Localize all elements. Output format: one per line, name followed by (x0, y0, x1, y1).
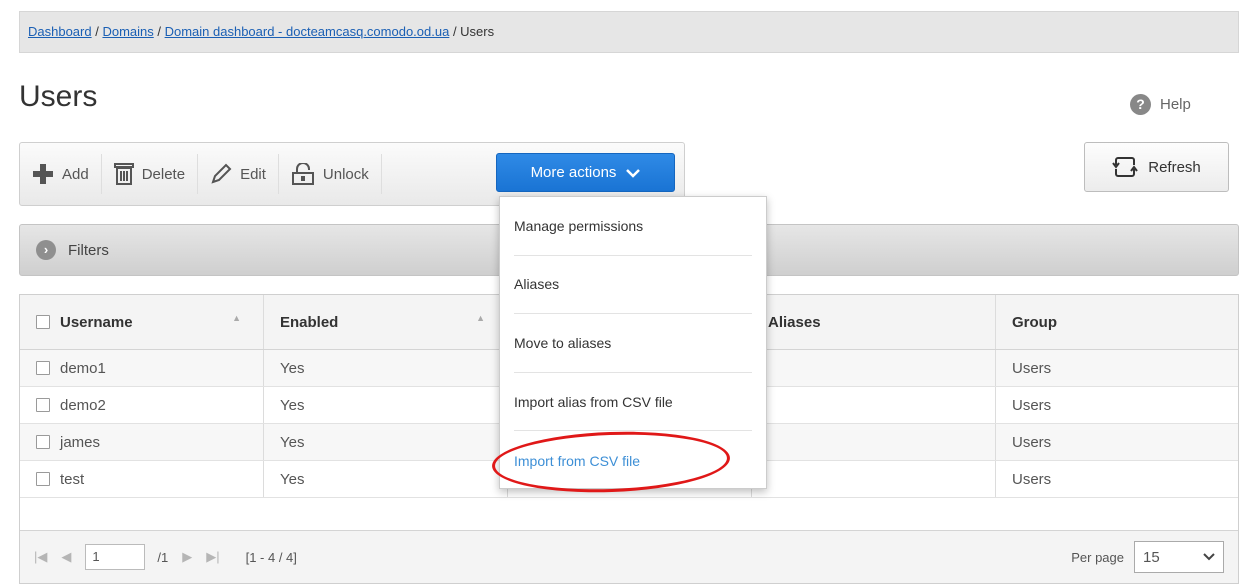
row-checkbox[interactable] (36, 435, 50, 449)
record-range: [1 - 4 / 4] (245, 549, 297, 565)
chevron-right-icon: › (36, 240, 56, 260)
menu-item-aliases[interactable]: Aliases (514, 256, 752, 315)
sort-icon: ▲ (476, 313, 485, 323)
row-checkbox[interactable] (36, 472, 50, 486)
more-actions-label: More actions (530, 164, 617, 181)
edit-button[interactable]: Edit (198, 154, 279, 194)
column-aliases[interactable]: Aliases (752, 295, 996, 349)
cell-aliases (752, 350, 996, 386)
username-text: demo1 (60, 359, 106, 377)
cell-group: Users (1012, 396, 1052, 414)
delete-button[interactable]: Delete (102, 154, 199, 194)
menu-item-import-csv[interactable]: Import from CSV file (514, 431, 752, 490)
menu-item-manage-permissions[interactable]: Manage permissions (514, 197, 752, 256)
delete-label: Delete (141, 165, 186, 183)
menu-item-move-to-aliases[interactable]: Move to aliases (514, 314, 752, 373)
refresh-button[interactable]: Refresh (1084, 142, 1229, 192)
username-text: test (60, 470, 85, 488)
cell-username: demo2 (20, 387, 264, 423)
menu-item-import-alias-csv[interactable]: Import alias from CSV file (514, 373, 752, 432)
page-title: Users (19, 80, 98, 113)
next-page-icon[interactable]: ▶ (182, 549, 192, 565)
cell-aliases (752, 424, 996, 460)
cell-enabled: Yes (264, 387, 508, 423)
column-username[interactable]: Username ▲ (20, 295, 264, 349)
breadcrumb-dashboard[interactable]: Dashboard (28, 24, 92, 39)
add-button[interactable]: Add (20, 154, 102, 194)
refresh-label: Refresh (1148, 158, 1201, 176)
chevron-down-icon (1203, 553, 1215, 561)
select-all-checkbox[interactable] (36, 315, 50, 329)
edit-label: Edit (240, 165, 266, 183)
column-enabled[interactable]: Enabled ▲ (264, 295, 508, 349)
per-page-control: Per page 15 (1071, 541, 1224, 573)
cell-enabled: Yes (264, 461, 508, 497)
breadcrumb-current: Users (460, 24, 495, 39)
cell-username: demo1 (20, 350, 264, 386)
unlock-icon (291, 163, 314, 185)
total-pages: /1 (157, 549, 169, 565)
column-label: Group (1012, 313, 1057, 331)
per-page-value: 15 (1143, 548, 1160, 566)
cell-enabled: Yes (264, 350, 508, 386)
column-label: Username (60, 313, 133, 331)
sort-icon: ▲ (232, 313, 241, 323)
row-checkbox[interactable] (36, 361, 50, 375)
prev-page-icon[interactable]: ◀ (61, 549, 71, 565)
pagination-bar: |◀ ◀ 1 /1 ▶ ▶| [1 - 4 / 4] Per page 15 (20, 530, 1238, 583)
username-text: james (60, 433, 101, 451)
username-text: demo2 (60, 396, 106, 414)
last-page-icon[interactable]: ▶| (206, 549, 219, 565)
cell-group: Users (1012, 359, 1052, 377)
more-actions-button[interactable]: More actions (496, 153, 675, 192)
cell-username: test (20, 461, 264, 497)
help-link[interactable]: ? Help (1130, 94, 1191, 115)
help-label: Help (1160, 96, 1191, 113)
breadcrumb-separator: / (153, 24, 165, 39)
pencil-icon (211, 163, 232, 184)
more-actions-menu: Manage permissions Aliases Move to alias… (499, 196, 767, 489)
per-page-label: Per page (1071, 549, 1124, 565)
cell-username: james (20, 424, 264, 460)
chevron-down-icon (626, 168, 641, 178)
help-icon: ? (1130, 94, 1151, 115)
add-label: Add (62, 165, 89, 183)
plus-icon (33, 164, 53, 184)
column-label: Enabled (280, 313, 339, 331)
breadcrumb-separator: / (449, 24, 461, 39)
refresh-icon (1112, 157, 1139, 177)
cell-aliases (752, 387, 996, 423)
cell-group: Users (1012, 470, 1052, 488)
breadcrumb-domain-dashboard[interactable]: Domain dashboard - docteamcasq.comodo.od… (165, 24, 450, 39)
column-group[interactable]: Group (996, 295, 1238, 349)
unlock-label: Unlock (322, 165, 369, 183)
first-page-icon[interactable]: |◀ (34, 549, 47, 565)
page-number-input[interactable]: 1 (85, 544, 146, 570)
filters-label: Filters (68, 241, 109, 259)
trash-icon (113, 163, 134, 185)
cell-group: Users (1012, 433, 1052, 451)
per-page-select[interactable]: 15 (1134, 541, 1224, 573)
column-label: Aliases (768, 313, 821, 331)
breadcrumb-domains[interactable]: Domains (102, 24, 153, 39)
breadcrumb-separator: / (91, 24, 103, 39)
unlock-button[interactable]: Unlock (279, 154, 382, 194)
cell-aliases (752, 461, 996, 497)
cell-enabled: Yes (264, 424, 508, 460)
breadcrumb: Dashboard / Domains / Domain dashboard -… (19, 11, 1239, 53)
row-checkbox[interactable] (36, 398, 50, 412)
